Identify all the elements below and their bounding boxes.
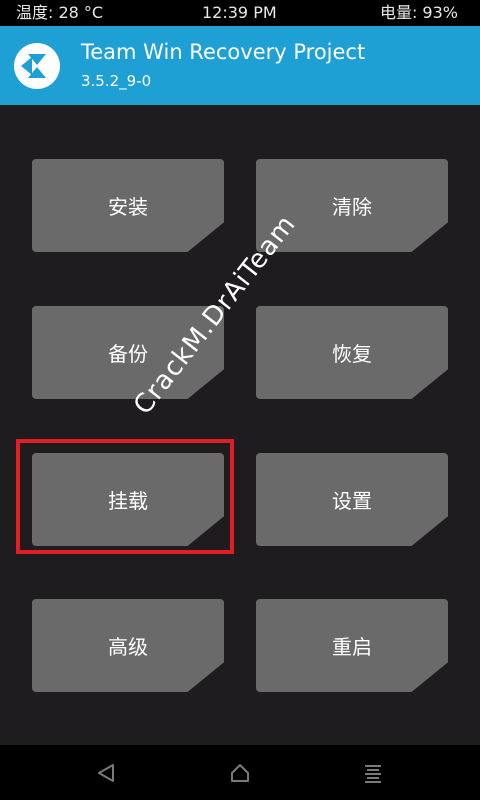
twrp-logo-icon: [14, 43, 60, 89]
temperature-readout: 温度: 28 °C: [16, 3, 104, 22]
app-title: Team Win Recovery Project: [81, 40, 366, 64]
restore-button[interactable]: 恢复: [256, 306, 448, 399]
battery-readout: 电量: 93%: [379, 3, 458, 22]
reboot-button[interactable]: 重启: [256, 599, 448, 692]
advanced-button[interactable]: 高级: [32, 599, 224, 692]
menu-icon: [365, 765, 381, 783]
menu-button[interactable]: [357, 759, 389, 787]
app-header: Team Win Recovery Project 3.5.2_9-0: [0, 26, 480, 105]
settings-label: 设置: [332, 489, 372, 513]
advanced-label: 高级: [108, 635, 148, 659]
home-button[interactable]: [224, 759, 256, 787]
backup-label: 备份: [108, 342, 148, 366]
mount-highlight-box: [16, 439, 234, 554]
back-button[interactable]: [90, 759, 122, 787]
install-label: 安装: [108, 195, 148, 219]
clock: 12:39 PM: [202, 3, 277, 22]
navigation-bar: [0, 745, 480, 800]
wipe-label: 清除: [332, 195, 372, 219]
home-icon: [231, 764, 249, 782]
settings-button[interactable]: 设置: [256, 453, 448, 546]
reboot-label: 重启: [332, 635, 372, 659]
back-icon: [98, 764, 114, 782]
install-button[interactable]: 安装: [32, 159, 224, 252]
restore-label: 恢复: [332, 342, 372, 366]
app-version: 3.5.2_9-0: [81, 72, 152, 90]
status-bar: 温度: 28 °C 12:39 PM 电量: 93%: [0, 0, 480, 26]
